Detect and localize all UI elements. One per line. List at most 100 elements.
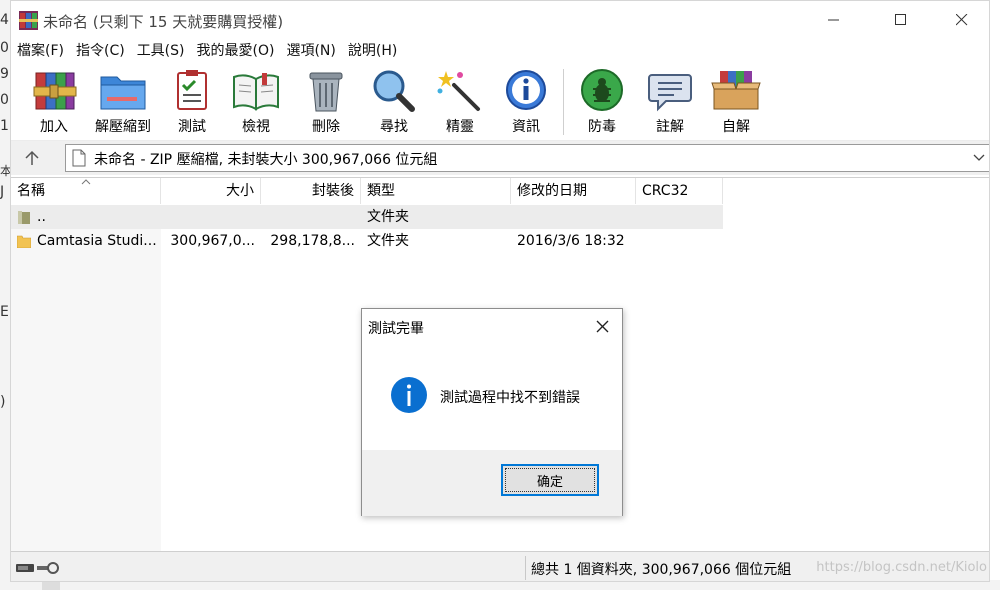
menu-commands[interactable]: 指令(C) (70, 39, 131, 63)
sfx-box-icon (711, 71, 761, 110)
column-header-modified[interactable]: 修改的日期 (511, 178, 636, 204)
row-packed (261, 205, 361, 229)
view-button[interactable]: 檢視 (229, 67, 283, 137)
table-row-parent[interactable]: .. 文件夹 (11, 205, 723, 229)
menu-help[interactable]: 說明(H) (342, 39, 403, 63)
status-summary: 總共 1 個資料夾, 300,967,066 個位元組 (531, 562, 792, 578)
address-bar: 未命名 - ZIP 壓縮檔, 未封裝大小 300,967,066 位元組 (11, 141, 989, 175)
bg-char: 9 (0, 66, 9, 82)
status-divider (525, 556, 526, 580)
delete-label: 刪除 (312, 119, 340, 135)
trash-can-icon (309, 72, 343, 112)
virus-scan-label: 防毒 (588, 119, 616, 135)
maximize-button[interactable] (878, 1, 924, 39)
minimize-icon (828, 19, 839, 21)
sfx-button[interactable]: 自解 (709, 67, 763, 137)
row-crc32 (636, 205, 723, 229)
clipboard-check-icon (177, 70, 207, 110)
close-button[interactable] (939, 1, 985, 39)
close-icon (596, 320, 608, 332)
row-name: Camtasia Studi... (37, 233, 157, 249)
menu-bar: 檔案(F) 指令(C) 工具(S) 我的最愛(O) 選項(N) 說明(H) (11, 39, 989, 63)
column-header-crc32[interactable]: CRC32 (636, 178, 723, 204)
up-folder-button[interactable] (19, 146, 45, 170)
column-header-size[interactable]: 大小 (161, 178, 261, 204)
view-label: 檢視 (242, 119, 270, 135)
winrar-app-icon (19, 11, 38, 30)
maximize-icon (895, 14, 906, 25)
menu-tools[interactable]: 工具(S) (131, 39, 191, 63)
menu-file[interactable]: 檔案(F) (11, 39, 70, 63)
toolbar: 加入 解壓縮到 測試 檢視 刪除 尋找 精靈 資訊 防毒 註解 自解 (11, 63, 989, 141)
info-button[interactable]: 資訊 (499, 67, 553, 137)
find-label: 尋找 (380, 119, 408, 135)
find-button[interactable]: 尋找 (367, 67, 421, 137)
row-packed: 298,178,8... (270, 233, 355, 249)
info-icon (391, 377, 427, 413)
bg-char: 本 (0, 164, 10, 178)
path-text: 未命名 - ZIP 壓縮檔, 未封裝大小 300,967,066 位元組 (94, 152, 438, 168)
chevron-down-icon (973, 154, 985, 161)
watermark-text: https://blog.csdn.net/Kiolo (816, 560, 987, 575)
row-name: .. (37, 209, 46, 225)
arrow-up-icon (25, 150, 39, 165)
test-button[interactable]: 測試 (165, 67, 219, 137)
column-header-packed[interactable]: 封裝後 (261, 178, 361, 204)
window-title: 未命名 (只剩下 15 天就要購買授權) (43, 13, 284, 31)
folder-icon (17, 235, 31, 248)
magnifier-icon (373, 70, 415, 112)
speech-bubble-icon (648, 74, 692, 112)
column-header-type[interactable]: 類型 (361, 178, 511, 204)
column-headers: 名稱 大小 封裝後 類型 修改的日期 CRC32 (11, 178, 723, 204)
bg-char: E (0, 304, 9, 320)
name-column-background (11, 205, 161, 552)
menu-favorites[interactable]: 我的最愛(O) (191, 39, 281, 63)
add-button[interactable]: 加入 (27, 67, 81, 137)
document-icon (72, 149, 86, 167)
book-icon (233, 73, 279, 111)
extract-to-label: 解壓縮到 (95, 119, 151, 135)
wizard-label: 精靈 (446, 119, 474, 135)
background-window-edge: 4 0 9 0 1 本 J E ) (0, 0, 10, 590)
column-header-name[interactable]: 名稱 (11, 178, 161, 204)
status-bar: 總共 1 個資料夾, 300,967,066 個位元組 https://blog… (11, 551, 989, 581)
minimize-button[interactable] (811, 1, 857, 39)
comment-button[interactable]: 註解 (643, 67, 697, 137)
path-combobox[interactable]: 未命名 - ZIP 壓縮檔, 未封裝大小 300,967,066 位元組 (65, 144, 989, 172)
table-row[interactable]: Camtasia Studi... 300,967,0... 298,178,8… (11, 229, 723, 253)
row-size (161, 205, 261, 229)
row-modified: 2016/3/6 18:32 (517, 233, 625, 249)
parent-folder-icon (18, 211, 30, 224)
menu-options[interactable]: 選項(N) (280, 39, 341, 63)
test-label: 測試 (178, 119, 206, 135)
dialog-message: 測試過程中找不到錯誤 (440, 390, 580, 406)
row-modified (511, 205, 636, 229)
bg-char: ) (0, 394, 6, 410)
archive-books-icon (33, 72, 77, 110)
extract-to-button[interactable]: 解壓縮到 (91, 67, 155, 137)
info-label: 資訊 (512, 119, 540, 135)
bg-char: 1 (0, 118, 9, 134)
virus-scan-button[interactable]: 防毒 (575, 67, 629, 137)
wizard-button[interactable]: 精靈 (433, 67, 487, 137)
row-type: 文件夹 (367, 209, 409, 225)
sort-ascending-icon (81, 179, 91, 185)
ok-button[interactable]: 确定 (501, 464, 599, 496)
dialog-title: 測試完畢 (368, 321, 424, 337)
info-icon (506, 70, 546, 110)
row-type: 文件夹 (367, 233, 409, 249)
bug-icon (581, 69, 623, 111)
sfx-label: 自解 (722, 119, 750, 135)
delete-button[interactable]: 刪除 (299, 67, 353, 137)
bg-char: J (0, 184, 5, 200)
title-bar[interactable]: 未命名 (只剩下 15 天就要購買授權) (11, 1, 989, 39)
row-crc32 (636, 229, 723, 253)
column-name-label: 名稱 (17, 183, 45, 199)
bg-char: 0 (0, 40, 9, 56)
drive-key-icon (16, 562, 59, 574)
dialog-close-button[interactable] (588, 313, 616, 339)
bg-char: 4 (0, 12, 9, 28)
path-dropdown-button[interactable] (972, 149, 986, 167)
comment-label: 註解 (656, 119, 684, 135)
test-complete-dialog: 測試完畢 測試過程中找不到錯誤 确定 (361, 308, 623, 516)
